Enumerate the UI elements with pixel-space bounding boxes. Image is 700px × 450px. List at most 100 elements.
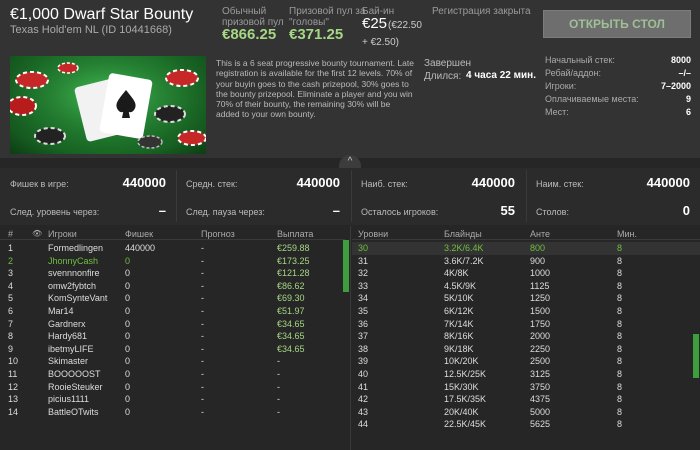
chips-cell: 0	[125, 255, 131, 266]
stat-divider	[176, 170, 177, 222]
col-forecast[interactable]: Прогноз	[201, 229, 235, 239]
table-row[interactable]: 11 BOOOOOST 0 - -	[0, 368, 345, 381]
level-cell: 30	[358, 243, 369, 253]
chips-cell: 0	[125, 394, 131, 405]
tournament-header: €1,000 Dwarf Star Bounty Texas Hold'em N…	[0, 0, 700, 158]
levels-scrollbar[interactable]	[693, 334, 699, 378]
blinds-cell: 9K/18K	[444, 343, 474, 354]
buyin-breakdown-2: + €2.50)	[362, 37, 399, 48]
registration-status: Регистрация закрыта	[432, 6, 531, 17]
minutes-cell: 8	[617, 394, 623, 405]
chips-cell: 0	[125, 343, 131, 354]
forecast-cell: -	[201, 356, 204, 367]
table-divider	[350, 226, 351, 450]
table-row[interactable]: 6 Mar14 0 - €51.97	[0, 305, 345, 318]
table-row[interactable]: 4 omw2fybtch 0 - €86.62	[0, 280, 345, 293]
chips-cell: 0	[125, 406, 131, 417]
table-row[interactable]: 2 JhonnyCash 0 - €173.25	[0, 255, 345, 268]
forecast-cell: -	[201, 343, 204, 354]
info-label: Оплачиваемые места:	[545, 94, 639, 104]
bounty-pool-value: €371.25	[289, 26, 344, 43]
minutes-cell: 8	[617, 268, 623, 279]
forecast-cell: -	[201, 394, 204, 405]
buyin-breakdown-1: (€22.50	[388, 20, 422, 31]
minutes-cell: 8	[617, 369, 623, 379]
col-rank[interactable]: #	[8, 229, 13, 239]
stat-avg-stack: Средн. стек: 440000	[186, 174, 340, 196]
table-row[interactable]: 10 Skimaster 0 - -	[0, 355, 345, 368]
level-row: 30 3.2K/6.4K 800 8	[352, 242, 700, 255]
stat-divider	[526, 170, 527, 222]
info-seats: Мест: 6	[545, 107, 691, 121]
col-payout[interactable]: Выплата	[277, 229, 313, 239]
stat-label: Столов:	[536, 207, 569, 217]
payout-cell: €34.65	[277, 343, 305, 354]
stat-next-break: След. пауза через: –	[186, 202, 340, 224]
payout-cell: €173.25	[277, 255, 310, 266]
level-row: 38 9K/18K 2250 8	[352, 343, 700, 356]
rank-cell: 4	[8, 280, 14, 291]
level-row: 33 4.5K/9K 1125 8	[352, 280, 700, 293]
col-ante[interactable]: Анте	[530, 229, 550, 239]
chips-cell: 0	[125, 369, 131, 379]
payout-cell: €259.88	[277, 243, 310, 253]
level-row: 34 5K/10K 1250 8	[352, 292, 700, 305]
ante-cell: 2500	[530, 356, 551, 367]
stat-players-left: Осталось игроков: 55	[361, 202, 515, 224]
rank-cell: 5	[8, 293, 14, 304]
col-minutes[interactable]: Мин.	[617, 229, 637, 239]
info-paid-places: Оплачиваемые места: 9	[545, 94, 691, 108]
players-scrollbar[interactable]	[343, 240, 349, 292]
regular-pool-label: Обычный призовой пул	[222, 6, 284, 28]
payout-cell: -	[277, 356, 280, 367]
table-row[interactable]: 7 Gardnerx 0 - €34.65	[0, 318, 345, 331]
payout-cell: €34.65	[277, 318, 305, 329]
ante-cell: 1750	[530, 318, 551, 329]
rank-cell: 2	[8, 255, 14, 266]
forecast-cell: -	[201, 255, 204, 266]
info-label: Начальный стек:	[545, 55, 615, 65]
level-cell: 33	[358, 280, 369, 291]
col-player[interactable]: Игроки	[48, 229, 77, 239]
eye-icon[interactable]: 👁	[32, 229, 42, 238]
rank-cell: 3	[8, 268, 14, 279]
col-blinds[interactable]: Блайнды	[444, 229, 482, 239]
forecast-cell: -	[201, 318, 204, 329]
blinds-cell: 8K/16K	[444, 331, 474, 342]
table-row[interactable]: 12 RooieSteuker 0 - -	[0, 381, 345, 394]
minutes-cell: 8	[617, 306, 623, 316]
stat-label: Осталось игроков:	[361, 207, 439, 217]
level-row: 39 10K/20K 2500 8	[352, 355, 700, 368]
ante-cell: 3750	[530, 381, 551, 392]
table-row[interactable]: 3 svennnonfire 0 - €121.28	[0, 267, 345, 280]
col-chips[interactable]: Фишек	[125, 229, 153, 239]
level-cell: 36	[358, 318, 369, 329]
table-row[interactable]: 5 KomSynteVant 0 - €69.30	[0, 292, 345, 305]
player-name: JhonnyCash	[48, 255, 99, 266]
table-row[interactable]: 13 picius1111 0 - -	[0, 393, 345, 406]
minutes-cell: 8	[617, 343, 623, 354]
table-row[interactable]: 14 BattleOTwits 0 - -	[0, 406, 345, 419]
ante-cell: 2000	[530, 331, 551, 342]
table-row[interactable]: 9 ibetmyLIFE 0 - €34.65	[0, 343, 345, 356]
payout-cell: €121.28	[277, 268, 310, 279]
table-row[interactable]: 1 Formedlingen 440000 - €259.88	[0, 242, 345, 255]
col-level[interactable]: Уровни	[358, 229, 388, 239]
forecast-cell: -	[201, 268, 204, 279]
payout-cell: -	[277, 381, 280, 392]
blinds-cell: 4K/8K	[444, 268, 469, 279]
regular-pool-value: €866.25	[222, 26, 277, 43]
payout-cell: €69.30	[277, 293, 305, 304]
blinds-cell: 4.5K/9K	[444, 280, 477, 291]
minutes-cell: 8	[617, 419, 623, 430]
blinds-cell: 3.6K/7.2K	[444, 255, 484, 266]
minutes-cell: 8	[617, 293, 623, 304]
open-table-button[interactable]: ОТКРЫТЬ СТОЛ	[543, 10, 691, 38]
buyin-value: €25	[362, 15, 388, 32]
chips-cell: 0	[125, 293, 131, 304]
duration-label: Длился:	[424, 71, 462, 82]
info-label: Игроки:	[545, 81, 577, 91]
table-row[interactable]: 8 Hardy681 0 - €34.65	[0, 330, 345, 343]
rank-cell: 12	[8, 381, 19, 392]
stat-value: 55	[500, 203, 515, 218]
